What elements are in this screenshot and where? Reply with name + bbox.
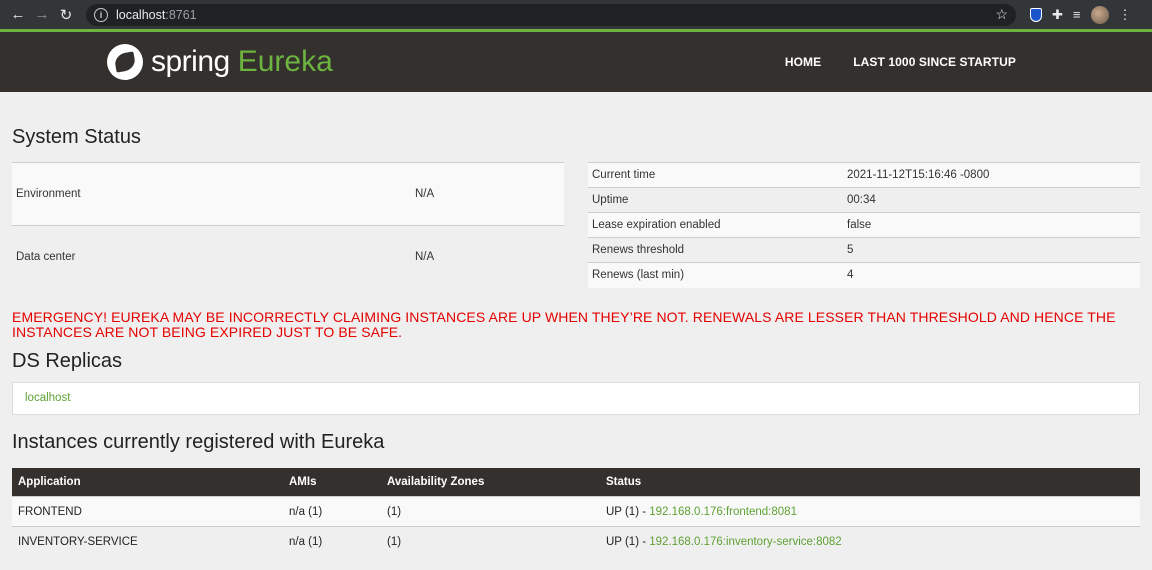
status-key: Current time (588, 162, 843, 188)
profile-avatar[interactable] (1090, 5, 1109, 24)
ds-replicas-list: localhost (12, 381, 1140, 415)
system-status-right-table: Current time 2021-11-12T15:16:46 -0800 U… (588, 162, 1140, 288)
cell-application: INVENTORY-SERVICE (12, 526, 283, 557)
table-row: Renews (last min) 4 (588, 262, 1140, 288)
site-info-icon[interactable]: i (94, 7, 108, 22)
table-row: INVENTORY-SERVICE n/a (1) (1) UP (1) - 1… (12, 526, 1140, 557)
status-value: 4 (843, 262, 1140, 288)
instance-link[interactable]: 192.168.0.176:frontend:8081 (649, 506, 797, 518)
status-key: Environment (12, 162, 411, 225)
puzzle-extensions-icon[interactable]: ✚ (1052, 7, 1063, 23)
back-arrow-icon[interactable]: ← (6, 4, 30, 26)
status-value: false (843, 212, 1140, 238)
status-key: Renews threshold (588, 237, 843, 263)
cell-amis: n/a (1) (283, 526, 381, 557)
eureka-navbar: spring Eureka HOME LAST 1000 SINCE START… (0, 29, 1152, 92)
main-content: System Status Environment N/A Data cente… (0, 126, 1152, 557)
table-row: Environment N/A (12, 162, 564, 225)
url-host: localhost (116, 7, 166, 22)
nav-links: HOME LAST 1000 SINCE STARTUP (785, 55, 1016, 69)
status-value: N/A (411, 162, 564, 225)
table-row: Current time 2021-11-12T15:16:46 -0800 (588, 162, 1140, 188)
column-header-status: Status (600, 467, 1140, 497)
spring-leaf-icon (107, 44, 143, 80)
nav-home-link[interactable]: HOME (785, 55, 821, 69)
table-row: Renews threshold 5 (588, 237, 1140, 263)
cell-amis: n/a (1) (283, 496, 381, 527)
replica-link-localhost[interactable]: localhost (25, 392, 70, 404)
instances-table: Application AMIs Availability Zones Stat… (12, 467, 1140, 557)
nav-last1000-link[interactable]: LAST 1000 SINCE STARTUP (853, 55, 1016, 69)
table-row: Uptime 00:34 (588, 187, 1140, 213)
status-text: UP (1) - (606, 505, 650, 518)
table-header-row: Application AMIs Availability Zones Stat… (12, 467, 1140, 497)
system-status-title: System Status (12, 126, 141, 148)
status-value: N/A (411, 224, 564, 288)
cell-status: UP (1) - 192.168.0.176:inventory-service… (600, 526, 1140, 557)
cell-application: FRONTEND (12, 496, 283, 527)
status-key: Lease expiration enabled (588, 212, 843, 238)
brand-spring-text: spring (151, 45, 230, 78)
cell-status: UP (1) - 192.168.0.176:frontend:8081 (600, 496, 1140, 527)
kebab-menu-icon[interactable]: ⋮ (1119, 7, 1132, 23)
forward-arrow-icon[interactable]: → (30, 4, 54, 26)
column-header-amis: AMIs (283, 467, 381, 497)
instances-title: Instances currently registered with Eure… (12, 430, 385, 453)
spring-eureka-logo[interactable]: spring Eureka (107, 44, 333, 80)
column-header-application: Application (12, 467, 283, 497)
emergency-warning: EMERGENCY! EUREKA MAY BE INCORRECTLY CLA… (12, 308, 1116, 340)
status-key: Data center (12, 224, 411, 288)
bookmark-star-icon[interactable]: ☆ (995, 6, 1008, 23)
cell-zones: (1) (381, 496, 600, 527)
brand-eureka-text: Eureka (237, 45, 333, 78)
table-row: Data center N/A (12, 224, 564, 288)
system-status-tables: Environment N/A Data center N/A Current … (12, 162, 1140, 288)
ds-replicas-title: DS Replicas (12, 349, 123, 372)
reload-icon[interactable]: ↻ (54, 4, 78, 26)
system-status-left-table: Environment N/A Data center N/A (12, 162, 564, 288)
cell-zones: (1) (381, 526, 600, 557)
column-header-availability-zones: Availability Zones (381, 467, 600, 497)
status-value: 00:34 (843, 187, 1140, 213)
status-key: Uptime (588, 187, 843, 213)
status-value: 5 (843, 237, 1140, 263)
status-value: 2021-11-12T15:16:46 -0800 (843, 162, 1140, 188)
address-bar[interactable]: i localhost:8761 ☆ (86, 3, 1016, 26)
media-queue-icon[interactable]: ≡ (1073, 7, 1081, 22)
status-key: Renews (last min) (588, 262, 843, 288)
extensions-area: ✚ ≡ ⋮ (1030, 5, 1132, 24)
url-port: :8761 (165, 7, 197, 22)
browser-toolbar: ← → ↻ i localhost:8761 ☆ ✚ ≡ ⋮ (0, 0, 1152, 29)
table-row: Lease expiration enabled false (588, 212, 1140, 238)
password-manager-extension-icon[interactable] (1030, 7, 1042, 22)
instance-link[interactable]: 192.168.0.176:inventory-service:8082 (649, 536, 841, 548)
table-row: FRONTEND n/a (1) (1) UP (1) - 192.168.0.… (12, 496, 1140, 527)
status-text: UP (1) - (606, 535, 650, 548)
